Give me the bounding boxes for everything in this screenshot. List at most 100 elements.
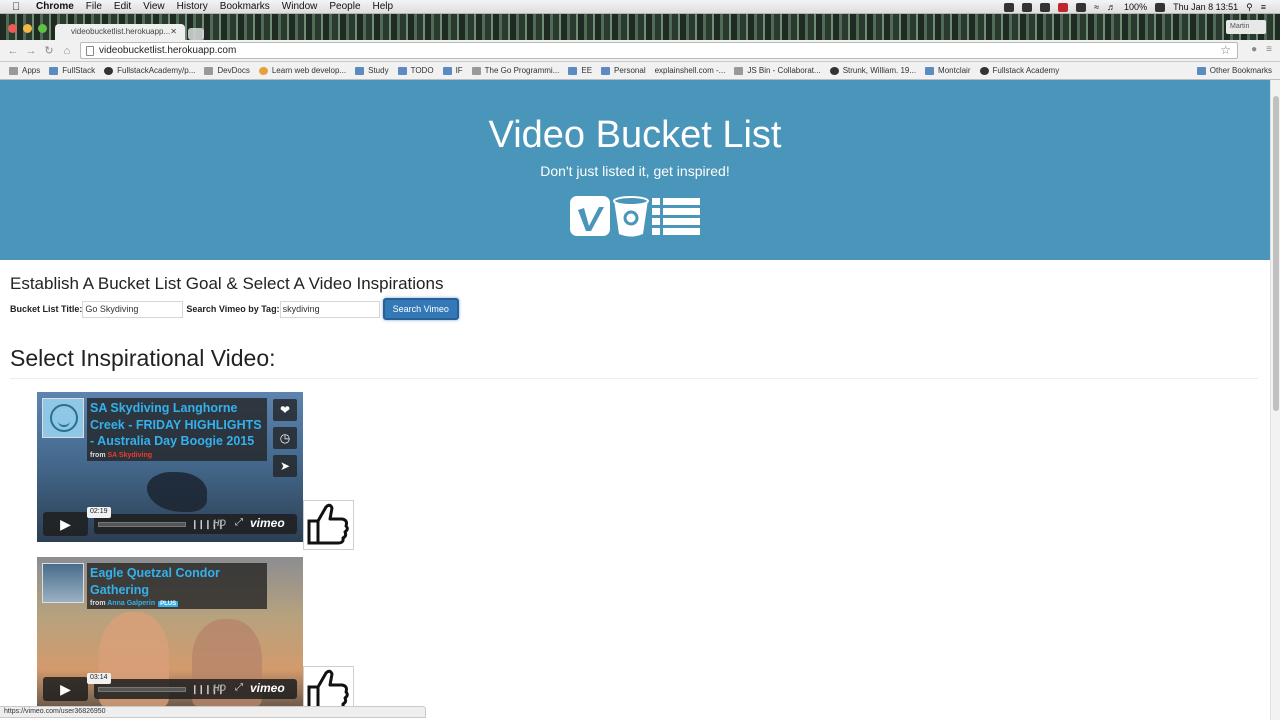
video-title-link[interactable]: Eagle Quetzal Condor Gathering [90, 565, 264, 598]
list-icon[interactable]: ≡ [1261, 2, 1266, 12]
vimeo-tag-input[interactable] [279, 300, 380, 318]
author-link[interactable]: SA Skydiving [108, 452, 152, 459]
folder-icon [355, 66, 365, 75]
select-video-button[interactable] [303, 500, 354, 550]
bookmark-other[interactable]: Other Bookmarks [1196, 66, 1272, 75]
bookmark-folder[interactable]: Study [355, 66, 389, 75]
menu-bookmarks[interactable]: Bookmarks [220, 1, 270, 12]
back-icon[interactable]: ← [6, 44, 20, 58]
search-vimeo-button[interactable]: Search Vimeo [382, 298, 459, 320]
new-tab-button[interactable] [188, 28, 204, 40]
clock[interactable]: Thu Jan 8 13:51 [1173, 2, 1238, 12]
vimeo-player[interactable]: SA Skydiving Langhorne Creek - FRIDAY HI… [37, 392, 303, 542]
video-title-box: SA Skydiving Langhorne Creek - FRIDAY HI… [87, 398, 267, 461]
vimeo-bucket-list-logo-icon [570, 196, 700, 237]
menu-history[interactable]: History [177, 1, 208, 12]
wifi-icon[interactable]: ≈ [1094, 2, 1099, 12]
tag-label: Search Vimeo by Tag: [186, 304, 280, 314]
fullscreen-icon[interactable]: ⤢ [235, 517, 243, 528]
divider [10, 378, 1258, 379]
battery-percent[interactable]: 100% [1124, 2, 1147, 12]
menu-people[interactable]: People [329, 1, 360, 12]
page-scrollbar[interactable] [1270, 80, 1280, 720]
progress-track[interactable] [98, 522, 186, 527]
skydiver-image [147, 472, 207, 512]
bookmark-folder[interactable]: Montclair [925, 66, 971, 75]
author-avatar[interactable] [42, 398, 84, 438]
menu-window[interactable]: Window [282, 1, 318, 12]
vimeo-logo[interactable]: vimeo [250, 516, 285, 530]
video-title-link[interactable]: SA Skydiving Langhorne Creek - FRIDAY HI… [90, 400, 264, 450]
bookmark-link[interactable]: Strunk, William. 19... [829, 66, 916, 75]
hd-toggle[interactable]: HD [213, 518, 226, 528]
bookmarks-bar: Apps FullStack FullstackAcademy/p... Dev… [0, 62, 1280, 80]
scrollbar-thumb[interactable] [1273, 96, 1279, 411]
browser-tab-active[interactable]: videobucketlist.herokuapp... ✕ [55, 24, 185, 40]
volume-icon[interactable]: ♬ [1107, 2, 1116, 12]
control-bar: ❙❙❙❙❙ HD ⤢ vimeo [94, 679, 297, 699]
bookmark-link[interactable]: Fullstack Academy [979, 66, 1059, 75]
play-icon[interactable]: ▶ [43, 512, 88, 536]
dropbox-icon[interactable] [1022, 2, 1033, 12]
progress-track[interactable] [98, 687, 186, 692]
author-link[interactable]: Anna Galperin [107, 600, 155, 607]
bookmark-apps[interactable]: Apps [9, 66, 40, 75]
search-icon[interactable]: ⚲ [1246, 2, 1253, 13]
fullscreen-icon[interactable]: ⤢ [235, 682, 243, 693]
address-url: videobucketlist.herokuapp.com [99, 45, 237, 56]
close-icon[interactable]: ✕ [170, 27, 177, 36]
hero-banner: Video Bucket List Don't just listed it, … [0, 80, 1270, 260]
minimize-window-button[interactable] [23, 24, 32, 33]
menu-file[interactable]: File [86, 1, 102, 12]
web-page: Video Bucket List Don't just listed it, … [0, 80, 1270, 720]
clock-icon[interactable]: ◷ [273, 427, 297, 449]
hd-toggle[interactable]: HD [213, 683, 226, 693]
bookmark-link[interactable]: explainshell.com -... [655, 66, 726, 75]
bookmark-star-icon[interactable]: ☆ [1220, 43, 1231, 57]
bookmark-link[interactable]: JS Bin - Collaborat... [734, 66, 821, 75]
bookmark-folder[interactable]: Personal [601, 66, 646, 75]
folder-icon [601, 66, 611, 75]
status-icon[interactable] [1040, 2, 1051, 12]
bucket-list-title-input[interactable] [82, 300, 184, 318]
apple-icon[interactable]:  [12, 1, 26, 13]
status-icon[interactable] [1058, 2, 1069, 12]
vimeo-player[interactable]: Eagle Quetzal Condor Gathering from Anna… [37, 557, 303, 707]
chrome-menu-icon[interactable]: ≡ [1266, 44, 1272, 55]
menu-help[interactable]: Help [373, 1, 394, 12]
send-icon[interactable]: ➤ [273, 455, 297, 477]
video-byline: from Anna Galperin PLUS [90, 600, 179, 607]
close-window-button[interactable] [8, 24, 17, 33]
bookmark-folder[interactable]: FullStack [49, 66, 95, 75]
menu-edit[interactable]: Edit [114, 1, 131, 12]
battery-icon[interactable] [1155, 2, 1166, 12]
bucket-list-form: Bucket List Title: Search Vimeo by Tag: … [10, 298, 459, 320]
devdocs-icon [204, 66, 214, 75]
bookmark-folder[interactable]: IF [442, 66, 463, 75]
author-avatar[interactable] [42, 563, 84, 603]
bookmark-folder[interactable]: TODO [397, 66, 434, 75]
status-icon[interactable] [1076, 2, 1087, 12]
menu-view[interactable]: View [143, 1, 165, 12]
zoom-window-button[interactable] [38, 24, 47, 33]
bookmark-folder[interactable]: EE [568, 66, 592, 75]
play-icon[interactable]: ▶ [43, 677, 88, 701]
bookmark-link[interactable]: DevDocs [204, 66, 250, 75]
vimeo-logo[interactable]: vimeo [250, 681, 285, 695]
extension-icon[interactable]: ● [1251, 44, 1257, 55]
heart-icon[interactable]: ❤ [273, 399, 297, 421]
profile-button[interactable]: Martin [1226, 20, 1266, 34]
duration-tooltip: 03:14 [87, 673, 111, 684]
forward-icon[interactable]: → [24, 44, 38, 58]
bookmark-link[interactable]: Learn web develop... [258, 66, 346, 75]
bookmark-link[interactable]: FullstackAcademy/p... [104, 66, 195, 75]
video-title-box: Eagle Quetzal Condor Gathering from Anna… [87, 563, 267, 609]
menu-app-chrome[interactable]: Chrome [36, 1, 74, 12]
bookmark-link[interactable]: The Go Programmi... [471, 66, 559, 75]
reload-icon[interactable]: ↻ [42, 44, 56, 58]
video-byline: from SA Skydiving [90, 451, 152, 459]
status-icon[interactable] [1004, 2, 1015, 12]
extension-icons: ● ≡ [1251, 44, 1272, 55]
address-bar[interactable]: videobucketlist.herokuapp.com ☆ [80, 42, 1238, 59]
home-icon[interactable]: ⌂ [60, 44, 74, 58]
